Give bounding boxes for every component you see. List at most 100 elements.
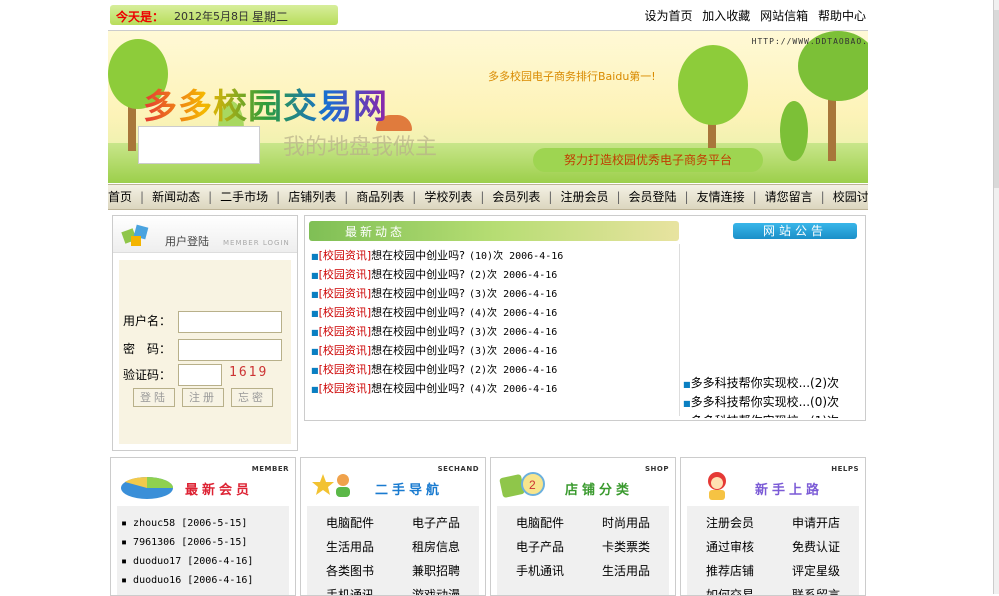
captcha-input[interactable] — [178, 364, 222, 386]
login-button[interactable]: 登陆 — [133, 388, 175, 407]
member-item[interactable]: ▪ duoduo16 [2006-4-16] — [117, 571, 289, 590]
notice-link[interactable]: 多多科技帮你实现校...(2)次 — [691, 376, 839, 390]
category-link[interactable]: 手机通讯 — [497, 560, 583, 582]
category-link[interactable]: 推荐店铺 — [687, 560, 773, 582]
member-name[interactable]: duoduo16 [2006-4-16] — [133, 575, 253, 586]
news-category[interactable]: [校园资讯] — [319, 249, 372, 262]
notice-link[interactable]: 多多科技帮你实现校...(1)次 — [691, 414, 839, 418]
nav-item[interactable]: 请您留言 — [765, 190, 813, 204]
news-category[interactable]: [校园资讯] — [319, 268, 372, 281]
news-title-link[interactable]: 想在校园中创业吗? — [371, 382, 465, 395]
category-link[interactable]: 如何交易 — [687, 584, 773, 595]
news-item[interactable]: ■[校园资讯]想在校园中创业吗? (2)次 2006-4-16 — [311, 360, 681, 379]
nav-item[interactable]: 校园讨论 — [833, 190, 868, 204]
category-link[interactable]: 电子产品 — [393, 512, 479, 534]
category-link[interactable]: 卡类票类 — [583, 536, 669, 558]
news-title-link[interactable]: 想在校园中创业吗? — [371, 306, 465, 319]
nav-item[interactable]: 首页 — [108, 190, 132, 204]
category-link[interactable]: 电子产品 — [497, 536, 583, 558]
category-link[interactable]: 电脑配件 — [307, 512, 393, 534]
news-category[interactable]: [校园资讯] — [319, 363, 372, 376]
username-label: 用户名： — [123, 314, 172, 328]
notice-link[interactable]: 多多科技帮你实现校...(0)次 — [691, 395, 839, 409]
news-category[interactable]: [校园资讯] — [319, 287, 372, 300]
notice-item[interactable]: ■多多科技帮你实现校...(1)次 — [683, 412, 863, 418]
news-category[interactable]: [校园资讯] — [319, 306, 372, 319]
nav-item[interactable]: 会员列表 — [492, 190, 540, 204]
category-link[interactable]: 免费认证 — [773, 536, 859, 558]
member-item[interactable]: ▪ zhouc58 [2006-5-15] — [117, 514, 289, 533]
news-category[interactable]: [校园资讯] — [319, 344, 372, 357]
nav-item[interactable]: 商品列表 — [356, 190, 404, 204]
news-item[interactable]: ■[校园资讯]想在校园中创业吗? (4)次 2006-4-16 — [311, 379, 681, 398]
nav-item[interactable]: 店铺列表 — [288, 190, 336, 204]
nav-item[interactable]: 学校列表 — [424, 190, 472, 204]
box-header: HELPS 新手上路 — [681, 458, 865, 502]
login-header: 用户登陆 MEMBER LOGIN — [113, 216, 297, 253]
category-link[interactable]: 兼职招聘 — [393, 560, 479, 582]
bullet-icon: ■ — [311, 385, 319, 394]
member-item[interactable]: ▪ 7961306 [2006-5-15] — [117, 533, 289, 552]
news-item[interactable]: ■[校园资讯]想在校园中创业吗? (3)次 2006-4-16 — [311, 341, 681, 360]
link-site-mailbox[interactable]: 网站信箱 — [760, 9, 808, 23]
news-list: ■[校园资讯]想在校园中创业吗? (10)次 2006-4-16 ■[校园资讯]想在… — [311, 246, 681, 398]
category-link[interactable]: 生活用品 — [583, 560, 669, 582]
site-logo[interactable]: 多多校园交易网 — [143, 79, 388, 128]
nav-separator: | — [208, 190, 213, 204]
bullet-icon: ■ — [311, 290, 319, 299]
category-link[interactable]: 注册会员 — [687, 512, 773, 534]
news-item[interactable]: ■[校园资讯]想在校园中创业吗? (4)次 2006-4-16 — [311, 303, 681, 322]
nav-item[interactable]: 二手市场 — [220, 190, 268, 204]
top-links: 设为首页 加入收藏 网站信箱 帮助中心 — [638, 7, 866, 24]
news-title-link[interactable]: 想在校园中创业吗? — [371, 344, 465, 357]
login-panel: 用户登陆 MEMBER LOGIN 用户名： 密 码： 验证码： 1619 登陆… — [112, 215, 298, 451]
nav-item[interactable]: 注册会员 — [560, 190, 608, 204]
box-title: 店铺分类 — [565, 483, 634, 498]
news-title-link[interactable]: 想在校园中创业吗? — [371, 268, 465, 281]
news-title-link[interactable]: 想在校园中创业吗? — [371, 325, 465, 338]
category-link[interactable]: 各类图书 — [307, 560, 393, 582]
news-category[interactable]: [校园资讯] — [319, 382, 372, 395]
news-title-link[interactable]: 想在校园中创业吗? — [371, 249, 465, 262]
password-input[interactable] — [178, 339, 282, 361]
register-button[interactable]: 注册 — [182, 388, 224, 407]
username-input[interactable] — [178, 311, 282, 333]
category-link[interactable]: 申请开店 — [773, 512, 859, 534]
notice-item[interactable]: ■多多科技帮你实现校...(2)次 — [683, 374, 863, 393]
category-link[interactable]: 时尚用品 — [583, 512, 669, 534]
nav-separator: | — [752, 190, 757, 204]
news-item[interactable]: ■[校园资讯]想在校园中创业吗? (3)次 2006-4-16 — [311, 322, 681, 341]
bullet-icon: ■ — [311, 271, 319, 280]
news-title-link[interactable]: 想在校园中创业吗? — [371, 363, 465, 376]
news-item[interactable]: ■[校园资讯]想在校园中创业吗? (3)次 2006-4-16 — [311, 284, 681, 303]
category-link[interactable]: 手机通讯 — [307, 584, 393, 595]
vertical-scrollbar[interactable] — [993, 0, 999, 594]
member-item[interactable]: ▪ duoduo17 [2006-4-16] — [117, 552, 289, 571]
news-header: 最新动态 — [309, 221, 679, 241]
news-item[interactable]: ■[校园资讯]想在校园中创业吗? (2)次 2006-4-16 — [311, 265, 681, 284]
category-link[interactable]: 生活用品 — [307, 536, 393, 558]
nav-item[interactable]: 会员登陆 — [629, 190, 677, 204]
notice-item[interactable]: ■多多科技帮你实现校...(0)次 — [683, 393, 863, 412]
nav-item[interactable]: 友情连接 — [697, 190, 745, 204]
news-category[interactable]: [校园资讯] — [319, 325, 372, 338]
category-link[interactable]: 联系留言 — [773, 584, 859, 595]
member-name[interactable]: duoduo17 [2006-4-16] — [133, 556, 253, 567]
banner-rank-text: 多多校园电子商务排行Baidu第一! — [488, 70, 656, 83]
link-help-center[interactable]: 帮助中心 — [818, 9, 866, 23]
category-link[interactable]: 通过审核 — [687, 536, 773, 558]
forgot-password-button[interactable]: 忘密 — [231, 388, 273, 407]
category-link[interactable]: 电脑配件 — [497, 512, 583, 534]
news-item[interactable]: ■[校园资讯]想在校园中创业吗? (10)次 2006-4-16 — [311, 246, 681, 265]
link-add-favorite[interactable]: 加入收藏 — [702, 9, 750, 23]
fence-illustration — [138, 126, 260, 164]
member-name[interactable]: zhouc58 [2006-5-15] — [133, 518, 247, 529]
category-link[interactable]: 游戏动漫 — [393, 584, 479, 595]
member-name[interactable]: 7961306 [2006-5-15] — [133, 537, 247, 548]
nav-item[interactable]: 新闻动态 — [152, 190, 200, 204]
link-set-homepage[interactable]: 设为首页 — [644, 9, 692, 23]
category-link[interactable]: 评定星级 — [773, 560, 859, 582]
scrollbar-thumb[interactable] — [994, 10, 999, 188]
news-title-link[interactable]: 想在校园中创业吗? — [371, 287, 465, 300]
category-link[interactable]: 租房信息 — [393, 536, 479, 558]
